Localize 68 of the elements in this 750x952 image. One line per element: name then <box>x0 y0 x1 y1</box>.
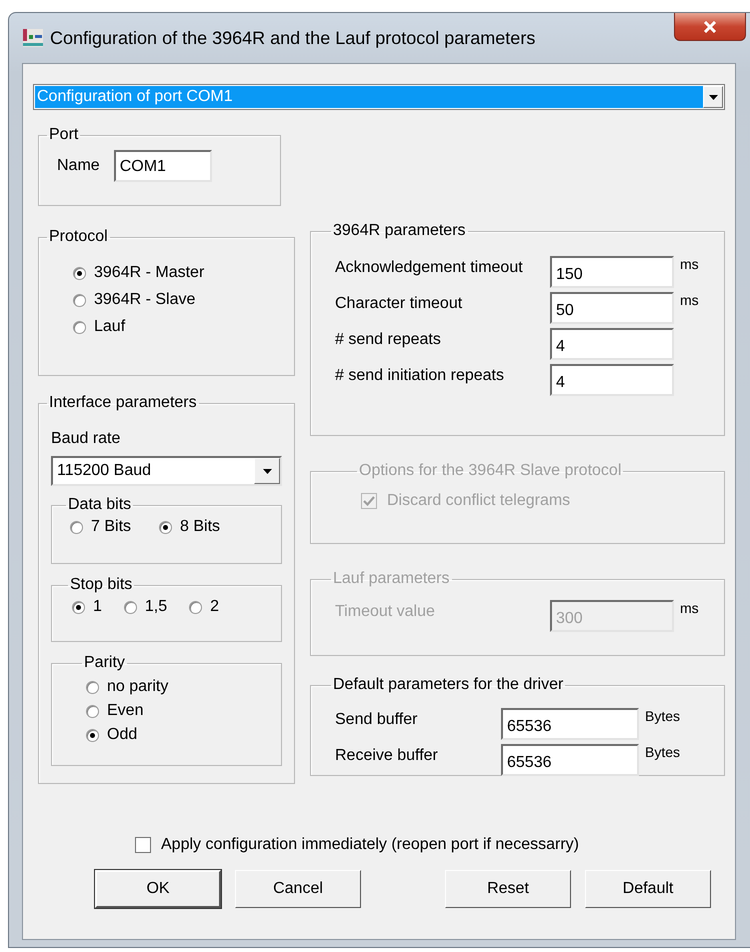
radio-circle[interactable] <box>73 266 86 280</box>
field-label: Send buffer <box>335 710 418 729</box>
dialog-button[interactable]: Reset <box>445 870 571 908</box>
group-title: Interface parameters <box>48 394 198 412</box>
checkbox-option[interactable]: Apply configuration immediately (reopen port if necessarry) <box>135 836 579 854</box>
input-field[interactable]: COM1 <box>114 150 212 182</box>
close-button[interactable] <box>674 13 746 41</box>
dialog-button[interactable]: Default <box>585 870 711 908</box>
unit-label: Bytes <box>644 708 682 724</box>
dropdown-button[interactable] <box>703 86 723 108</box>
group-title: Lauf parameters <box>332 570 451 588</box>
group-title: Default parameters for the driver <box>332 676 564 694</box>
radio-option[interactable]: Odd <box>86 724 271 746</box>
radio-circle[interactable] <box>86 704 99 718</box>
dropdown-arrow-icon <box>708 94 718 100</box>
input-field[interactable]: 65536 <box>501 744 639 776</box>
radio-option[interactable]: Lauf <box>73 316 282 338</box>
radio-circle[interactable] <box>124 600 137 614</box>
close-icon <box>703 20 717 32</box>
field-label: Receive buffer <box>335 746 439 765</box>
radio-circle[interactable] <box>189 600 202 614</box>
checkbox[interactable] <box>135 837 151 853</box>
radio-option[interactable]: Even <box>86 700 271 722</box>
group-title: Options for the 3964R Slave protocol <box>358 462 622 480</box>
input-field[interactable]: 50 <box>550 292 674 324</box>
unit-label: Bytes <box>644 744 682 760</box>
radio-circle[interactable] <box>86 680 99 694</box>
radio-circle[interactable] <box>72 600 85 614</box>
group-title: Port <box>48 126 80 144</box>
dialog-button[interactable]: Cancel <box>235 870 361 908</box>
radio-circle[interactable] <box>70 520 83 534</box>
radio-option[interactable]: 2 <box>189 596 220 618</box>
input-field[interactable]: 65536 <box>501 708 639 740</box>
radio-option[interactable]: no parity <box>86 676 271 698</box>
input-field[interactable]: 4 <box>550 364 674 396</box>
dropdown-button[interactable] <box>254 458 280 484</box>
field-label: Name <box>57 157 100 175</box>
radio-option[interactable]: 7 Bits <box>70 516 132 538</box>
field-label: Character timeout <box>335 294 464 313</box>
group-title: Parity <box>83 654 126 672</box>
radio-option[interactable]: 1,5 <box>124 596 168 618</box>
baud-rate-dropdown[interactable]: 115200 Baud <box>51 456 282 486</box>
field-label: # send repeats <box>335 330 442 349</box>
group-title: Protocol <box>48 228 109 246</box>
radio-circle[interactable] <box>73 320 86 334</box>
radio-circle[interactable] <box>73 294 86 306</box>
radio-option[interactable]: 3964R - Master <box>73 262 282 284</box>
field-label: Timeout value <box>335 602 436 621</box>
group-title: 3964R parameters <box>332 222 467 240</box>
radio-circle[interactable] <box>159 520 172 534</box>
field-label: # send initiation repeats <box>335 366 505 385</box>
unit-label: ms <box>678 600 700 616</box>
input-field[interactable]: 4 <box>550 328 674 360</box>
unit-label: ms <box>678 292 700 308</box>
dropdown-arrow-icon <box>262 468 272 474</box>
radio-option[interactable]: 3964R - Slave <box>73 289 282 311</box>
group-title: Data bits <box>67 496 132 514</box>
input-field[interactable]: 150 <box>550 256 674 288</box>
radio-option[interactable]: 8 Bits <box>159 516 220 538</box>
field-label: Baud rate <box>51 430 122 448</box>
group-title: Stop bits <box>69 576 134 594</box>
field-label: Acknowledgement timeout <box>335 258 524 277</box>
window-title: Configuration of the 3964R and the Lauf protocol parameters <box>50 28 536 48</box>
app-icon <box>22 27 44 49</box>
dialog-button[interactable]: OK <box>95 870 221 908</box>
radio-circle[interactable] <box>86 728 99 742</box>
radio-option[interactable]: 1 <box>72 596 102 618</box>
unit-label: ms <box>678 256 700 272</box>
